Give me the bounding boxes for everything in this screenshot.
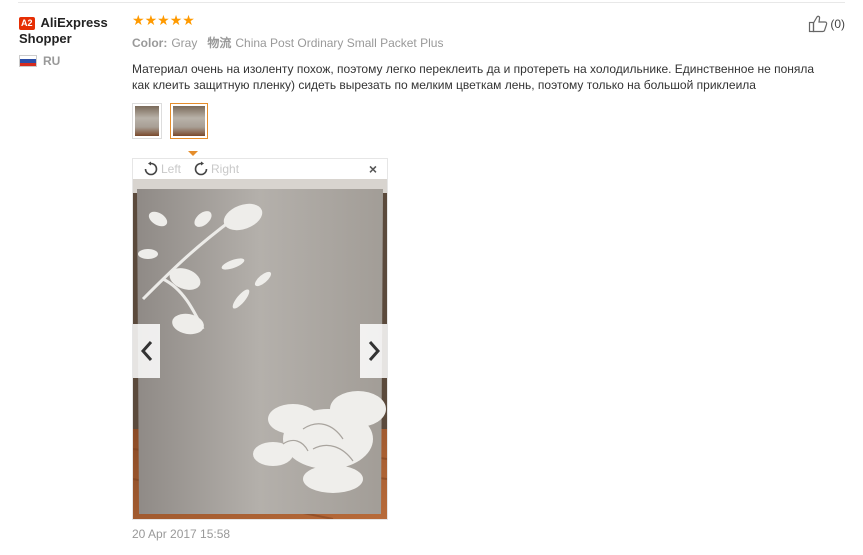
reviewer-name-line2: Shopper [19, 31, 72, 46]
country-code: RU [43, 54, 61, 68]
color-value: Gray [171, 35, 198, 50]
helpful-count: (0) [830, 17, 845, 31]
previous-photo-button[interactable] [133, 324, 160, 378]
rotate-left-button[interactable]: Left [143, 161, 181, 177]
chevron-right-icon [368, 341, 380, 361]
viewer-toolbar: Left Right × [133, 159, 387, 179]
star-icon: ★ [157, 12, 170, 28]
rotate-left-label: Left [161, 162, 182, 176]
photo-thumbnail-1[interactable] [132, 103, 162, 139]
shipping-label: 物流 [207, 36, 232, 50]
reviewer-info: A2 AliExpress Shopper RU [19, 15, 124, 68]
close-viewer-button[interactable]: × [369, 161, 377, 177]
rotate-left-icon [144, 161, 158, 176]
photo-thumbnail-2[interactable] [170, 103, 208, 139]
rotate-right-icon [194, 161, 208, 176]
star-icon: ★ [132, 12, 145, 28]
level-badge: A2 [19, 17, 35, 30]
order-info: Color: Gray 物流 China Post Ordinary Small… [132, 34, 822, 51]
photo-thumbnails [132, 103, 822, 139]
shipping-value: China Post Ordinary Small Packet Plus [235, 35, 444, 50]
chevron-left-icon [140, 341, 152, 361]
active-thumbnail-indicator [188, 151, 198, 156]
reviewer-name: AliExpress [40, 15, 108, 30]
color-label: Color: [132, 35, 168, 50]
review-date: 20 Apr 2017 15:58 [132, 527, 231, 541]
review-text: Материал очень на изоленту похож, поэтом… [132, 62, 815, 92]
review-photo [133, 179, 387, 519]
star-icon: ★ [144, 12, 158, 28]
helpful-button[interactable]: (0) [808, 14, 845, 34]
rotate-right-label: Right [211, 162, 240, 176]
thumbs-up-icon [809, 15, 828, 33]
star-icon: ★ [169, 12, 183, 28]
top-divider [18, 2, 845, 3]
rotate-right-button[interactable]: Right [193, 161, 239, 177]
fridge-sticker-photo [133, 179, 387, 519]
photo-viewer: Left Right × [132, 158, 388, 520]
russia-flag-icon [19, 55, 37, 67]
next-photo-button[interactable] [360, 324, 387, 378]
reviewer-country: RU [19, 54, 124, 68]
star-rating: ★ ★ ★ ★ ★ [132, 12, 822, 28]
review-body: ★ ★ ★ ★ ★ Color: Gray 物流 China Post Ordi… [132, 12, 822, 139]
star-icon: ★ [182, 12, 195, 28]
